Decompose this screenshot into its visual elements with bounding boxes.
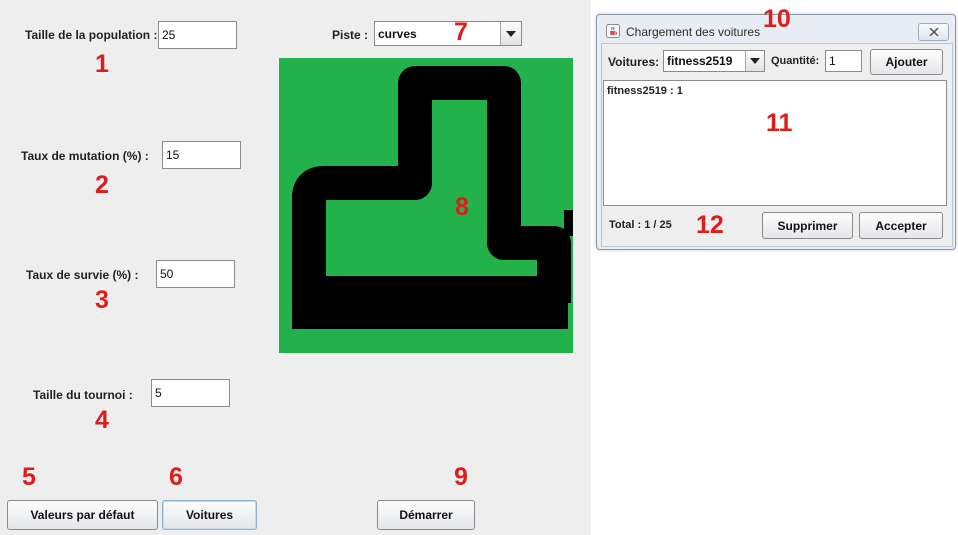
annotation-marker-8: 8 [455,193,469,221]
annotation-marker-3: 3 [95,286,109,314]
quantity-input[interactable] [825,50,862,72]
cars-button[interactable]: Voitures [162,500,257,530]
annotation-marker-11: 11 [766,109,793,137]
annotation-marker-6: 6 [169,463,183,491]
start-button[interactable]: Démarrer [377,500,475,530]
list-item[interactable]: fitness2519 : 1 [607,85,683,97]
cars-dropdown[interactable]: fitness2519 [663,50,765,72]
dialog-title: Chargement des voitures [626,25,761,39]
annotation-marker-9: 9 [454,463,468,491]
survival-rate-input[interactable] [156,260,235,288]
remove-button[interactable]: Supprimer [762,212,853,239]
quantity-label: Quantité: [771,55,820,67]
mutation-rate-label: Taux de mutation (%) : [21,149,149,163]
track-drawing [292,66,573,329]
chevron-down-icon[interactable] [745,51,764,71]
annotation-marker-5: 5 [22,463,36,491]
simulation-config-window: Taille de la population : 1 Taux de muta… [0,0,591,535]
add-button[interactable]: Ajouter [870,49,943,75]
tournament-size-label: Taille du tournoi : [33,388,133,402]
close-icon[interactable] [918,23,949,41]
mutation-rate-input[interactable] [162,141,241,169]
tournament-size-input[interactable] [151,379,230,407]
total-label: Total : 1 / 25 [609,219,672,231]
annotation-marker-4: 4 [95,406,109,434]
screenshot-stage: Taille de la population : 1 Taux de muta… [0,0,958,535]
annotation-marker-2: 2 [95,171,109,199]
population-size-label: Taille de la population : [25,28,158,42]
cars-label: Voitures: [608,55,660,69]
default-values-button[interactable]: Valeurs par défaut [7,500,158,530]
annotation-marker-7: 7 [454,18,468,46]
chevron-down-icon[interactable] [500,22,521,45]
track-label: Piste : [332,28,369,42]
car-list[interactable]: fitness2519 : 1 [603,80,947,206]
accept-button[interactable]: Accepter [859,212,943,239]
population-size-input[interactable] [158,21,237,49]
annotation-marker-1: 1 [95,50,109,78]
track-dropdown[interactable]: curves [374,21,522,46]
track-dropdown-value: curves [378,26,417,41]
track-preview [279,58,573,353]
annotation-marker-12: 12 [696,211,724,239]
annotation-marker-10: 10 [763,5,791,33]
survival-rate-label: Taux de survie (%) : [26,268,139,282]
java-cup-icon [606,24,620,38]
cars-dropdown-value: fitness2519 [667,54,733,68]
